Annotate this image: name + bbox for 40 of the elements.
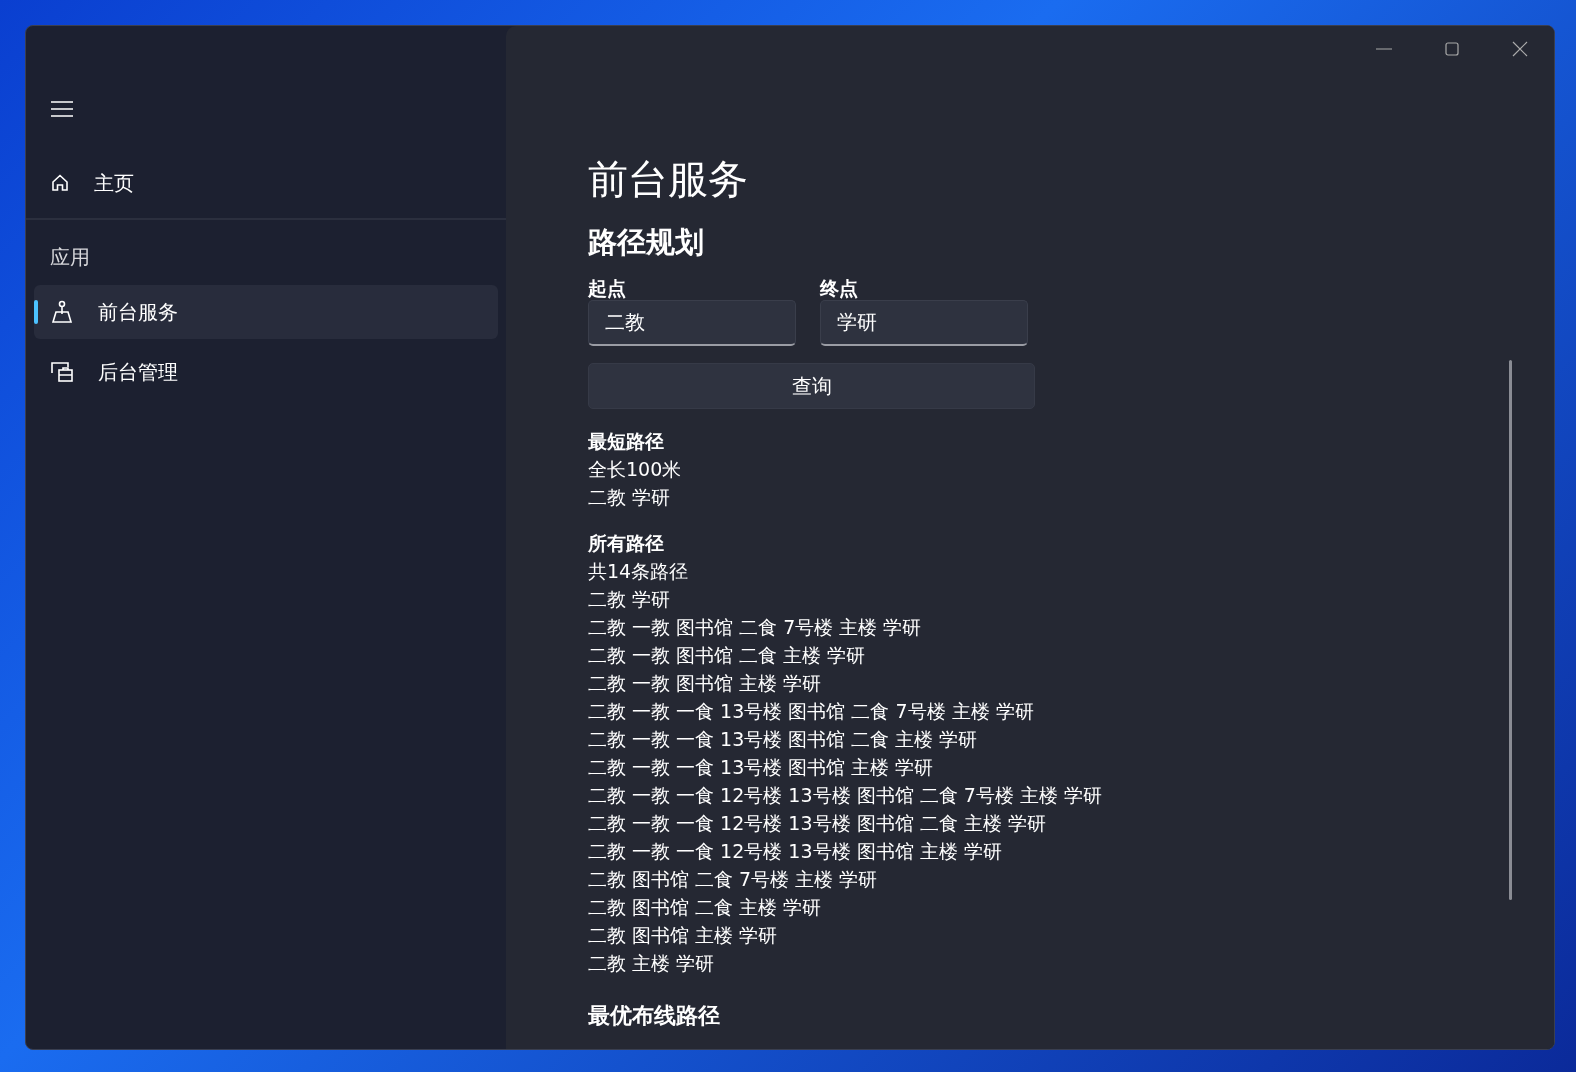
result-line: 二教 一教 一食 12号楼 13号楼 图书馆 二食 7号楼 主楼 学研 xyxy=(588,783,1103,808)
result-line: 二教 一教 图书馆 二食 主楼 学研 xyxy=(588,643,867,668)
result-line: 二教 一教 一食 12号楼 13号楼 图书馆 二食 主楼 学研 xyxy=(588,811,1047,836)
result-line: 共14条路径 xyxy=(588,559,690,584)
result-line: 二教 一教 图书馆 二食 7号楼 主楼 学研 xyxy=(588,615,923,640)
result-line: 二教 图书馆 二食 主楼 学研 xyxy=(588,895,823,920)
result-line: 二教 一教 一食 13号楼 图书馆 主楼 学研 xyxy=(588,755,935,780)
result-heading: 所有路径 xyxy=(588,531,665,556)
nav-item[interactable]: 主页 xyxy=(34,156,498,210)
page-title: 前台服务 xyxy=(588,155,749,204)
section-header: 应用 xyxy=(49,244,91,271)
result-line: 二教 一教 一食 13号楼 图书馆 二食 7号楼 主楼 学研 xyxy=(588,699,1035,724)
scrollbar[interactable] xyxy=(1509,360,1512,900)
person-pin-icon xyxy=(50,300,74,324)
minimize-icon xyxy=(1376,48,1392,50)
window-printer-icon xyxy=(50,360,74,384)
home-icon xyxy=(50,173,70,193)
result-line: 二教 学研 xyxy=(588,587,672,612)
menu-button[interactable] xyxy=(50,99,74,119)
result-line: 二教 一教 一食 13号楼 图书馆 二食 主楼 学研 xyxy=(588,727,979,752)
query-button[interactable]: 查询 xyxy=(588,363,1035,409)
result-line: 二教 一教 图书馆 主楼 学研 xyxy=(588,671,823,696)
result-line: 二教 学研 xyxy=(588,485,672,510)
result-line: 二教 主楼 学研 xyxy=(588,951,716,976)
result-line: 二教 一教 一食 12号楼 13号楼 图书馆 主楼 学研 xyxy=(588,839,1003,864)
result-heading: 最短路径 xyxy=(588,429,665,454)
selection-indicator xyxy=(34,300,38,324)
input-field[interactable]: 二教 xyxy=(588,300,796,346)
maximize-icon xyxy=(1445,42,1459,56)
result-line: 全长100米 xyxy=(588,457,683,482)
field-label: 终点 xyxy=(820,276,859,300)
result-heading: 最优布线路径 xyxy=(588,1002,721,1030)
result-line: 二教 图书馆 二食 7号楼 主楼 学研 xyxy=(588,867,879,892)
input-field[interactable]: 学研 xyxy=(820,300,1028,346)
nav-item[interactable]: 后台管理 xyxy=(34,345,498,399)
nav-item[interactable]: 前台服务 xyxy=(34,285,498,339)
close-icon xyxy=(1512,41,1528,57)
result-line: 二教 图书馆 主楼 学研 xyxy=(588,923,779,948)
section-title: 路径规划 xyxy=(588,224,705,261)
field-label: 起点 xyxy=(588,276,627,300)
